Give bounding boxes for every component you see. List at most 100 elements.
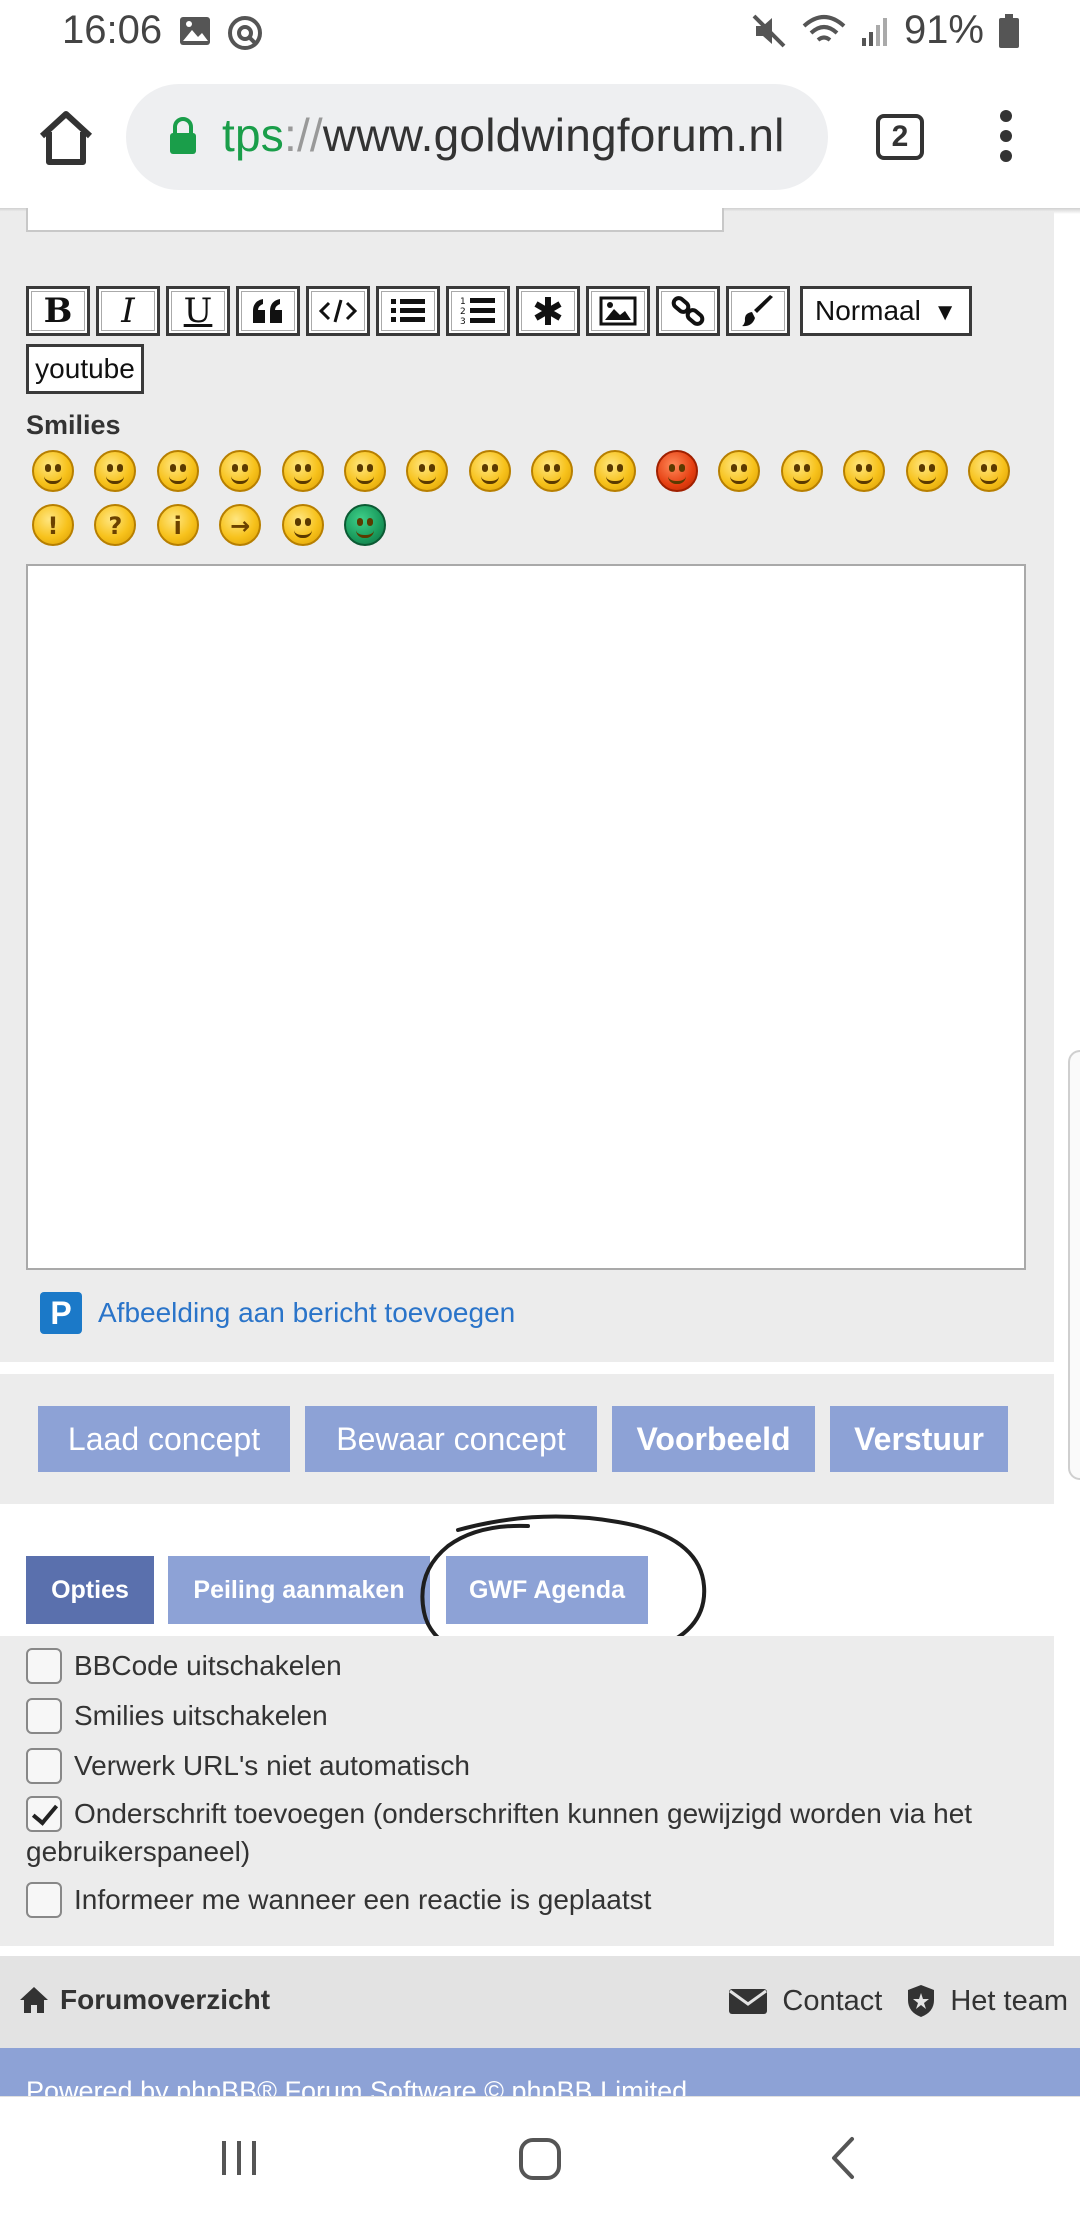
smiley-icon[interactable]	[905, 450, 948, 492]
color-button[interactable]	[726, 286, 790, 336]
envelope-icon	[729, 1989, 768, 2014]
powered-by-bar: Powered by phpBB® Forum Software © phpBB…	[0, 2048, 1080, 2098]
message-textarea[interactable]	[26, 564, 1026, 1270]
smiley-icon[interactable]	[94, 450, 137, 492]
youtube-button[interactable]: youtube	[26, 344, 144, 394]
link-icon	[671, 296, 705, 326]
footer-links: Contact Het team	[728, 1984, 1068, 2018]
forum-footer: Forumoverzicht Contact Het team	[0, 1956, 1080, 2048]
powered-by-text: Powered by phpBB® Forum Software © phpBB…	[26, 2076, 688, 2098]
subject-field-edge[interactable]	[26, 208, 724, 232]
smiley-icon[interactable]: →	[219, 504, 262, 546]
home-nav-icon[interactable]	[516, 2135, 564, 2183]
url-text: tps://www.goldwingforum.nl	[222, 109, 785, 161]
paintbrush-icon	[742, 295, 773, 327]
lock-icon	[170, 117, 196, 154]
overflow-menu-icon[interactable]	[990, 110, 1022, 170]
code-icon	[318, 299, 358, 323]
recent-apps-icon[interactable]	[216, 2135, 262, 2181]
back-icon[interactable]	[822, 2135, 868, 2181]
picture-upload-icon: P	[40, 1292, 82, 1334]
svg-text:1: 1	[460, 297, 466, 307]
smiley-icon[interactable]	[344, 450, 386, 492]
smiley-icon[interactable]	[406, 450, 449, 492]
forum-index-link[interactable]: Forumoverzicht	[18, 1984, 270, 2016]
option-disable-bbcode[interactable]: BBCode uitschakelen	[26, 1647, 342, 1686]
link-button[interactable]	[656, 286, 720, 336]
editor-panel: B I U 1 2 3 Normaal ▼ youtube Smilies ! …	[0, 208, 1054, 1362]
address-bar[interactable]: tps://www.goldwingforum.nl	[126, 84, 828, 190]
smiley-icon[interactable]	[344, 504, 386, 546]
side-panel-handle[interactable]	[1068, 1050, 1080, 1480]
bold-button[interactable]: B	[26, 286, 90, 336]
team-link[interactable]: Het team	[950, 1985, 1068, 2018]
code-button[interactable]	[306, 286, 370, 336]
smiley-icon[interactable]	[656, 450, 698, 492]
save-draft-button[interactable]: Bewaar concept	[305, 1406, 597, 1472]
system-nav-bar	[0, 2096, 1080, 2220]
underline-button[interactable]: U	[166, 286, 230, 336]
option-no-auto-url[interactable]: Verwerk URL's niet automatisch	[26, 1747, 470, 1786]
list-icon	[391, 299, 425, 322]
smiley-icon[interactable]: i	[156, 504, 199, 546]
status-time: 16:06	[62, 8, 163, 52]
tab-options[interactable]: Opties	[26, 1556, 154, 1624]
load-draft-button[interactable]: Laad concept	[38, 1406, 290, 1472]
options-panel: BBCode uitschakelen Smilies uitschakelen…	[0, 1636, 1054, 1946]
smiley-icon[interactable]	[593, 450, 636, 492]
quote-button[interactable]	[236, 286, 300, 336]
checkbox-checked[interactable]	[26, 1795, 62, 1832]
wifi-icon	[802, 14, 846, 42]
checkbox[interactable]	[26, 1881, 62, 1918]
smiley-icon[interactable]	[281, 450, 324, 492]
attach-image-row[interactable]: P Afbeelding aan bericht toevoegen	[40, 1292, 515, 1334]
home-icon[interactable]	[34, 106, 98, 170]
contact-link[interactable]: Contact	[782, 1985, 882, 2018]
numbered-list-icon: 1 2 3	[460, 297, 495, 327]
option-disable-smilies[interactable]: Smilies uitschakelen	[26, 1697, 328, 1736]
preview-button[interactable]: Voorbeeld	[612, 1406, 815, 1472]
image-icon	[599, 296, 637, 326]
font-size-select[interactable]: Normaal ▼	[800, 286, 972, 336]
quote-icon	[253, 299, 282, 323]
svg-text:3: 3	[460, 317, 466, 327]
italic-button[interactable]: I	[96, 286, 160, 336]
checkbox[interactable]	[26, 1647, 62, 1684]
battery-icon	[999, 13, 1019, 48]
smilies-label: Smilies	[26, 410, 121, 440]
smiley-icon[interactable]	[219, 450, 262, 492]
smiley-icon[interactable]	[718, 450, 761, 492]
submit-panel: Laad concept Bewaar concept Voorbeeld Ve…	[0, 1374, 1054, 1504]
option-notify-reply[interactable]: Informeer me wanneer een reactie is gepl…	[26, 1881, 651, 1920]
at-notification-icon	[228, 16, 262, 50]
smiley-icon[interactable]	[531, 450, 574, 492]
smiley-icon[interactable]	[843, 450, 886, 492]
smiley-icon[interactable]	[32, 450, 74, 492]
browser-toolbar: tps://www.goldwingforum.nl 2	[0, 66, 1080, 210]
checkbox[interactable]	[26, 1697, 62, 1734]
smiley-icon[interactable]: ?	[94, 504, 137, 546]
list-button[interactable]	[376, 286, 440, 336]
smiley-icon[interactable]	[468, 450, 511, 492]
attach-image-link[interactable]: Afbeelding aan bericht toevoegen	[98, 1297, 515, 1329]
submit-button[interactable]: Verstuur	[830, 1406, 1008, 1472]
smiley-icon[interactable]	[156, 450, 199, 492]
checkbox[interactable]	[26, 1747, 62, 1784]
smiley-icon[interactable]	[968, 450, 1010, 492]
dropdown-arrow-icon: ▼	[933, 299, 957, 326]
image-notification-icon	[180, 17, 210, 45]
option-attach-signature[interactable]: Onderschrift toevoegen (onderschriften k…	[26, 1795, 1036, 1870]
smiley-icon[interactable]	[281, 504, 324, 546]
smiley-icon[interactable]	[780, 450, 823, 492]
mute-icon	[752, 14, 786, 47]
numbered-list-button[interactable]: 1 2 3	[446, 286, 510, 336]
svg-text:2: 2	[460, 307, 466, 317]
battery-percent: 91%	[903, 8, 984, 52]
home-icon	[20, 1987, 48, 2013]
tab-create-poll[interactable]: Peiling aanmaken	[168, 1556, 430, 1624]
smiley-icon[interactable]: !	[32, 504, 74, 546]
list-item-button[interactable]	[516, 286, 580, 336]
image-button[interactable]	[586, 286, 650, 336]
tab-switcher-button[interactable]: 2	[876, 114, 924, 160]
status-bar: 16:06 91%	[0, 0, 1080, 66]
